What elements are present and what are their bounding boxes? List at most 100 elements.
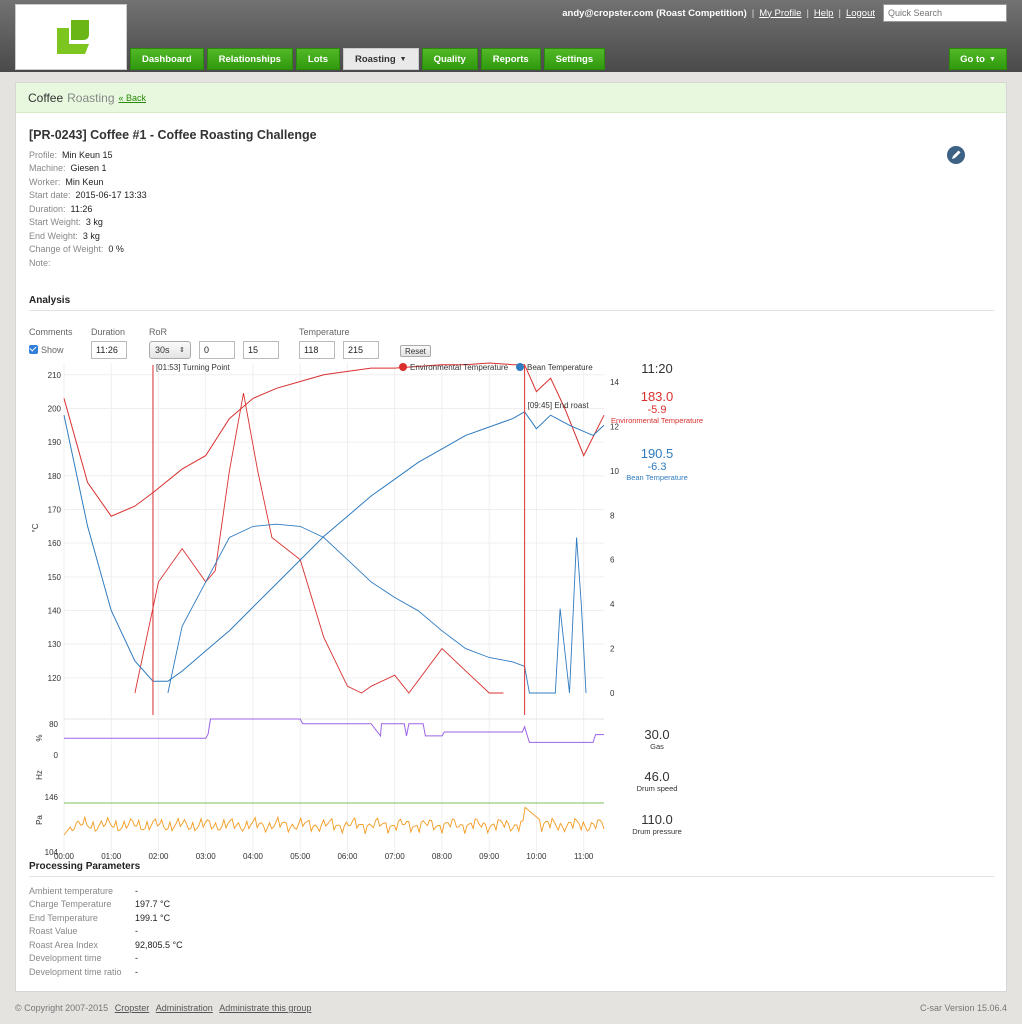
version-text: C-sar Version 15.06.4	[919, 1003, 1007, 1013]
parameter-label: End Temperature	[29, 912, 98, 923]
parameter-value: -	[135, 966, 138, 977]
time-tick-label: 05:00	[290, 852, 311, 861]
parameter-label: Roast Area Index	[29, 939, 99, 950]
time-tick-label: 04:00	[243, 852, 264, 861]
temp-tick-label: 190	[48, 438, 62, 447]
drum-pressure-line	[63, 806, 605, 836]
tab-reports[interactable]: Reports	[480, 48, 541, 70]
tab-lots[interactable]: Lots	[295, 48, 340, 70]
footer: © Copyright 2007-2015 Cropster Administr…	[15, 1003, 1007, 1013]
goto-menu-button[interactable]: Go to ▼	[949, 48, 1007, 70]
parameter-value: 199.1 °C	[135, 912, 171, 923]
readout-gas: 30.0 Gas	[607, 727, 707, 751]
time-tick-label: 03:00	[196, 852, 217, 861]
bean-legend-dot	[516, 363, 524, 371]
parameter-label: Ambient temperature	[29, 885, 114, 896]
processing-heading: Processing Parameters	[29, 861, 141, 872]
user-account: andy@cropster.com (Roast Competition)	[562, 7, 747, 19]
temp-tick-label: 160	[48, 539, 62, 548]
parameter-value: -	[135, 953, 138, 964]
readout-time-value: 11:20	[641, 361, 673, 376]
bean-temp-value: 190.5	[640, 446, 674, 461]
env-legend-dot	[399, 363, 407, 371]
administrate-group-link[interactable]: Administrate this group	[219, 1003, 311, 1013]
cropster-logo[interactable]	[15, 4, 127, 70]
content-panel: Coffee Roasting « Back [PR-0243] Coffee …	[15, 82, 1007, 992]
drum-pressure-value: 110.0	[641, 812, 673, 827]
env-temp-value: 183.0	[640, 389, 674, 404]
readout-drum-speed: 46.0 Drum speed	[607, 769, 707, 793]
cropster-link[interactable]: Cropster	[115, 1003, 150, 1013]
processing-parameters: Ambient temperature - Charge Temperature 19…	[29, 884, 183, 979]
readout-time: 11:20	[607, 361, 707, 376]
parameter-label: Roast Value	[29, 926, 78, 937]
ror-tick-label: 4	[610, 600, 615, 609]
temp-tick-label: 200	[48, 404, 62, 413]
user-bar: andy@cropster.com (Roast Competition) | …	[562, 4, 1007, 22]
ror-tick-label: 6	[610, 556, 615, 565]
time-tick-label: 11:00	[574, 852, 594, 861]
parameter-label: Development time	[29, 953, 102, 964]
drum-pressure-label: Drum pressure	[632, 827, 682, 836]
leaf-logo-icon	[57, 20, 89, 54]
temp-tick-label: 140	[48, 607, 62, 616]
pressure-axis-label: Pa	[35, 815, 44, 825]
env-temp-label: Environmental Temperature	[611, 416, 703, 425]
readout-drum-pressure: 110.0 Drum pressure	[607, 812, 707, 836]
pressure-tick-label: 146	[45, 793, 59, 802]
gas-tick-label: 0	[54, 751, 59, 760]
parameter-row: Roast Area Index 92,805.5 °C	[29, 938, 183, 952]
time-tick-label: 02:00	[148, 852, 169, 861]
roast-chart[interactable]: 1201301401501601701801902002100246810121…	[16, 83, 1008, 873]
drum-speed-label: Drum speed	[636, 784, 678, 793]
tab-roasting[interactable]: Roasting ▼	[342, 48, 419, 70]
ror-tick-label: 8	[610, 511, 615, 520]
temp-tick-label: 130	[48, 640, 62, 649]
time-tick-label: 10:00	[526, 852, 547, 861]
time-tick-label: 00:00	[54, 852, 75, 861]
ror-tick-label: 14	[610, 378, 619, 387]
bean-legend-label: Bean Temperature	[527, 363, 593, 372]
tab-quality[interactable]: Quality	[421, 48, 478, 70]
time-tick-label: 09:00	[479, 852, 500, 861]
parameter-label: Charge Temperature	[29, 899, 112, 910]
tab-settings[interactable]: Settings	[543, 48, 606, 70]
copyright-text: © Copyright 2007-2015	[15, 1003, 109, 1013]
drum-speed-axis-label: Hz	[35, 770, 44, 780]
parameter-row: Development time ratio -	[29, 965, 183, 979]
temp-tick-label: 210	[48, 371, 62, 380]
quick-search-input[interactable]	[883, 4, 1007, 22]
ror-tick-label: 2	[610, 645, 615, 654]
gas-line	[64, 718, 604, 743]
drum-speed-value: 46.0	[644, 769, 670, 784]
parameter-row: Roast Value -	[29, 925, 183, 939]
logout-link[interactable]: Logout	[846, 8, 875, 19]
gas-axis-label: %	[35, 734, 44, 741]
event-marker-label: [09:45] End roast	[528, 401, 590, 410]
gas-tick-label: 80	[49, 720, 58, 729]
main-nav: Dashboard Relationships Lots Roasting ▼ Q…	[130, 48, 608, 70]
caret-down-icon: ▼	[399, 55, 407, 63]
parameter-row: Charge Temperature 197.7 °C	[29, 898, 183, 912]
bean-temp-delta: -6.3	[647, 461, 667, 473]
parameter-value: 92,805.5 °C	[135, 939, 183, 950]
env-temp-line	[63, 362, 605, 517]
parameter-value: -	[135, 885, 138, 896]
temp-tick-label: 150	[48, 573, 62, 582]
env-legend-label: Environmental Temperature	[410, 363, 509, 372]
bean-ror-line	[167, 523, 587, 694]
temp-tick-label: 180	[48, 472, 62, 481]
parameter-row: Ambient temperature -	[29, 884, 183, 898]
parameter-row: Development time -	[29, 952, 183, 966]
my-profile-link[interactable]: My Profile	[759, 8, 801, 19]
gas-value: 30.0	[644, 727, 670, 742]
time-tick-label: 01:00	[101, 852, 122, 861]
time-tick-label: 06:00	[337, 852, 358, 861]
help-link[interactable]: Help	[814, 8, 834, 19]
tab-dashboard[interactable]: Dashboard	[130, 48, 204, 70]
administration-link[interactable]: Administration	[156, 1003, 213, 1013]
divider	[29, 876, 994, 877]
parameter-row: End Temperature 199.1 °C	[29, 911, 183, 925]
tab-relationships[interactable]: Relationships	[206, 48, 293, 70]
event-marker-label: [01:53] Turning Point	[156, 363, 231, 372]
